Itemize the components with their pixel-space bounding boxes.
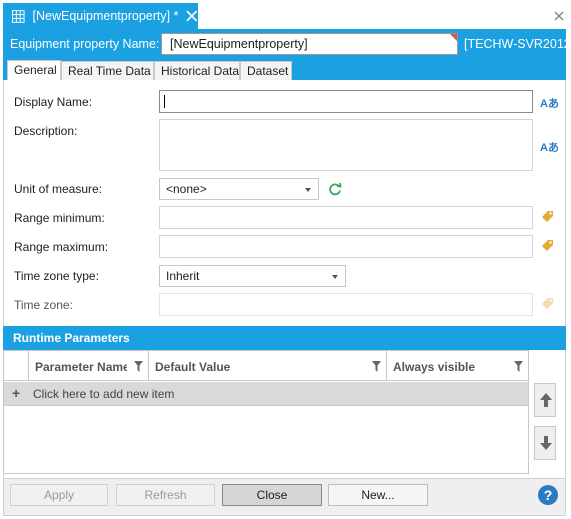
move-down-button[interactable]: [534, 426, 556, 460]
tab-strip: General Real Time Data Historical Data D…: [3, 59, 566, 80]
filter-icon[interactable]: [134, 361, 143, 372]
required-marker: [450, 34, 457, 41]
unit-dropdown[interactable]: <none>: [159, 178, 319, 200]
add-new-item-row[interactable]: + Click here to add new item: [4, 382, 528, 406]
column-parameter-name[interactable]: Parameter Name: [29, 351, 149, 381]
tab-real-time-data[interactable]: Real Time Data: [61, 61, 154, 80]
close-window-icon[interactable]: [553, 10, 565, 22]
plus-icon: +: [12, 385, 21, 401]
tab-general[interactable]: General: [7, 60, 61, 80]
add-new-item-text: Click here to add new item: [33, 387, 175, 401]
help-icon[interactable]: ?: [538, 485, 558, 505]
document-tab[interactable]: [NewEquipmentproperty] *: [3, 3, 198, 29]
time-zone-label: Time zone:: [14, 298, 73, 312]
arrow-up-icon: [540, 393, 552, 407]
apply-button[interactable]: Apply: [10, 484, 108, 506]
arrow-down-icon: [540, 436, 552, 450]
chevron-down-icon: [305, 188, 311, 192]
description-label: Description:: [14, 124, 78, 138]
display-name-label: Display Name:: [14, 95, 93, 109]
display-name-input[interactable]: [159, 90, 533, 113]
runtime-parameters-grid: Parameter Name Default Value Always visi…: [3, 350, 529, 474]
refresh-icon[interactable]: [328, 182, 342, 196]
time-zone-type-label: Time zone type:: [14, 269, 99, 283]
time-zone-type-value: Inherit: [166, 269, 200, 283]
close-button[interactable]: Close: [222, 484, 322, 506]
property-name-input[interactable]: [NewEquipmentproperty]: [161, 33, 458, 55]
property-header: Equipment property Name: [NewEquipmentpr…: [3, 29, 571, 59]
tag-icon[interactable]: [541, 209, 555, 223]
range-max-input[interactable]: [159, 235, 533, 258]
refresh-button[interactable]: Refresh: [116, 484, 215, 506]
property-name-label: Equipment property Name:: [10, 37, 160, 51]
property-name-value: [NewEquipmentproperty]: [170, 37, 308, 51]
filter-icon[interactable]: [514, 361, 523, 372]
description-input[interactable]: [159, 119, 533, 171]
range-min-label: Range minimum:: [14, 211, 105, 225]
new-button[interactable]: New...: [328, 484, 428, 506]
general-form: [3, 80, 566, 326]
unit-value: <none>: [166, 182, 207, 196]
tag-icon: [542, 298, 553, 309]
tab-historical-data[interactable]: Historical Data: [154, 61, 240, 80]
translate-display-name-icon[interactable]: Aあ: [540, 95, 559, 111]
close-tab-icon[interactable]: [186, 10, 198, 22]
move-up-button[interactable]: [534, 383, 556, 417]
row-header-column: [4, 351, 29, 381]
time-zone-type-dropdown[interactable]: Inherit: [159, 265, 346, 287]
server-name: [TECHW-SVR2012]: [464, 37, 571, 51]
runtime-parameters-header: Runtime Parameters: [3, 326, 566, 350]
grid-icon: [12, 9, 25, 23]
column-default-value[interactable]: Default Value: [149, 351, 387, 381]
filter-icon[interactable]: [372, 361, 381, 372]
chevron-down-icon: [332, 275, 338, 279]
column-always-visible[interactable]: Always visible: [387, 351, 528, 381]
document-tab-title: [NewEquipmentproperty] *: [32, 9, 179, 23]
range-max-label: Range maximum:: [14, 240, 109, 254]
unit-label: Unit of measure:: [14, 182, 103, 196]
tab-dataset[interactable]: Dataset: [240, 61, 292, 80]
time-zone-input: [159, 293, 533, 316]
translate-description-icon[interactable]: Aあ: [540, 139, 559, 155]
text-caret: [164, 95, 165, 108]
tag-icon[interactable]: [541, 238, 555, 252]
range-min-input[interactable]: [159, 206, 533, 229]
